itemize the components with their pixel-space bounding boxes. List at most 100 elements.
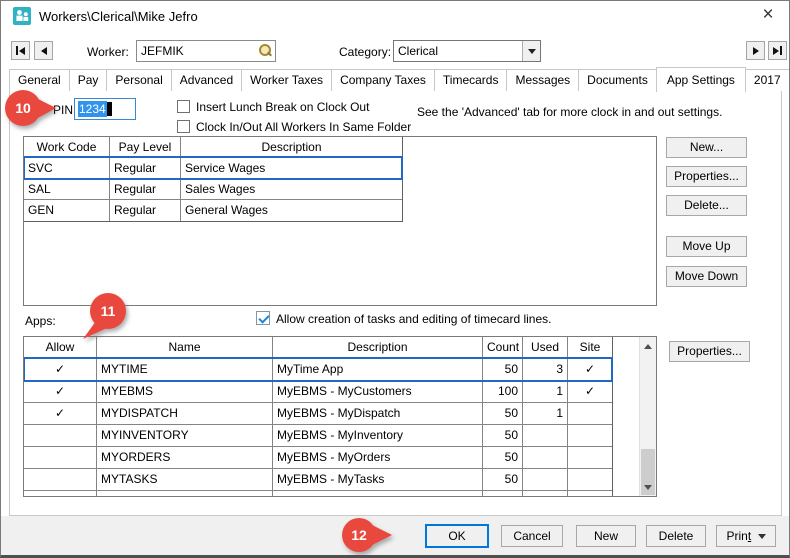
callout-12-number: 12 [340, 527, 378, 543]
delete-button[interactable]: Delete [646, 525, 706, 547]
previous-record-button[interactable] [34, 41, 53, 60]
allow-tasks-checkbox[interactable] [256, 311, 270, 325]
cell-count: 50 [483, 403, 523, 425]
allow-check-icon: ✓ [24, 403, 97, 425]
cell-name: MYEBMS [97, 381, 273, 403]
cell-description: MyEBMS - MyOrders [273, 447, 483, 469]
col-description: Description [273, 337, 483, 359]
worker-field-wrap [136, 40, 276, 62]
category-select[interactable]: Clerical [393, 40, 541, 62]
cell-description: MyEBMS - MyTasks [273, 469, 483, 491]
tab-timecards[interactable]: Timecards [434, 69, 508, 91]
col-work-code: Work Code [24, 137, 110, 158]
workcode-row-gen[interactable]: GEN Regular General Wages [24, 200, 402, 221]
site-check-icon [568, 447, 612, 469]
site-check-icon [568, 403, 612, 425]
new-button[interactable]: New [576, 525, 636, 547]
tab-2017[interactable]: 2017 [745, 69, 790, 91]
cancel-button[interactable]: Cancel [501, 525, 563, 547]
allow-check-icon: ✓ [24, 359, 97, 381]
lunch-break-checkbox[interactable] [177, 100, 190, 113]
cell-description: Sales Wages [181, 179, 402, 200]
worker-label: Worker: [87, 45, 129, 59]
tab-pay[interactable]: Pay [69, 69, 108, 91]
tab-personal[interactable]: Personal [106, 69, 171, 91]
tab-strip: General Pay Personal Advanced Worker Tax… [9, 67, 790, 91]
col-description: Description [181, 137, 402, 158]
next-record-button[interactable] [746, 41, 765, 60]
pin-value: 1234 [78, 101, 107, 117]
cell-count: 50 [483, 425, 523, 447]
tab-worker-taxes[interactable]: Worker Taxes [241, 69, 332, 91]
workcode-properties-button[interactable]: Properties... [666, 166, 747, 187]
worker-input[interactable] [137, 44, 257, 58]
cell-used: 1 [523, 403, 568, 425]
app-row-mytime[interactable]: ✓ MYTIME MyTime App 50 3 ✓ [24, 359, 612, 381]
callout-11: 11 [81, 293, 131, 341]
tab-messages[interactable]: Messages [506, 69, 579, 91]
app-row-myorders[interactable]: MYORDERS MyEBMS - MyOrders 50 [24, 447, 612, 469]
workers-dialog: Workers\Clerical\Mike Jefro × Worker: Ca… [0, 0, 790, 558]
clock-all-checkbox[interactable] [177, 120, 190, 133]
last-record-button[interactable] [768, 41, 787, 60]
scroll-up-icon[interactable] [640, 338, 656, 354]
tab-advanced[interactable]: Advanced [171, 69, 242, 91]
workcode-list: Work Code Pay Level Description SVC Regu… [23, 136, 657, 306]
allow-check-icon: ✓ [24, 381, 97, 403]
first-record-icon [16, 46, 18, 55]
print-caret-icon [758, 534, 766, 539]
search-icon[interactable] [257, 43, 273, 59]
callout-12: 12 [339, 517, 395, 557]
cell-used [523, 491, 568, 497]
cell-name: MYDISPATCH [97, 403, 273, 425]
tab-documents[interactable]: Documents [578, 69, 657, 91]
cell-used [523, 469, 568, 491]
titlebar: Workers\Clerical\Mike Jefro × [1, 1, 789, 31]
workcode-row-svc[interactable]: SVC Regular Service Wages [24, 158, 402, 179]
app-row-mytasks[interactable]: MYTASKS MyEBMS - MyTasks 50 [24, 469, 612, 491]
category-dropdown-button[interactable] [522, 41, 540, 61]
apps-properties-button[interactable]: Properties... [669, 341, 750, 362]
app-row-myinventory[interactable]: MYINVENTORY MyEBMS - MyInventory 50 [24, 425, 612, 447]
workcode-header-row: Work Code Pay Level Description [24, 137, 402, 158]
cell-pay-level: Regular [110, 158, 181, 179]
move-down-button[interactable]: Move Down [666, 266, 747, 287]
cell-name: MYTASKS [97, 469, 273, 491]
cell-used [523, 447, 568, 469]
workcode-delete-button[interactable]: Delete... [666, 195, 747, 216]
allow-check-icon [24, 491, 97, 497]
category-value: Clerical [394, 44, 522, 58]
scroll-down-icon[interactable] [640, 479, 656, 495]
apps-list: Allow Name Description Count Used Site ✓… [23, 336, 657, 497]
app-row-mydispatch[interactable]: ✓ MYDISPATCH MyEBMS - MyDispatch 50 1 [24, 403, 612, 425]
advanced-note: See the 'Advanced' tab for more clock in… [417, 105, 722, 119]
col-pay-level: Pay Level [110, 137, 181, 158]
allow-tasks-label: Allow creation of tasks and editing of t… [276, 312, 551, 326]
window-title: Workers\Clerical\Mike Jefro [39, 9, 198, 24]
cell-description: General Wages [181, 200, 402, 221]
cell-pay-level: Regular [110, 179, 181, 200]
apps-grid: Allow Name Description Count Used Site ✓… [23, 336, 613, 497]
app-row-mytimeclock[interactable]: MYTIMECLOCK MyEBMS - MyTimeClock 100 ✓ [24, 491, 612, 497]
pin-input[interactable]: 1234 [74, 98, 136, 120]
workcode-new-button[interactable]: New... [666, 137, 747, 158]
workcode-row-sal[interactable]: SAL Regular Sales Wages [24, 179, 402, 200]
cell-description: MyEBMS - MyTimeClock [273, 491, 483, 497]
tab-app-settings[interactable]: App Settings [656, 67, 746, 92]
apps-scrollbar[interactable] [639, 337, 656, 496]
ok-button[interactable]: OK [425, 524, 489, 548]
cell-code: SAL [24, 179, 110, 200]
tab-company-taxes[interactable]: Company Taxes [331, 69, 435, 91]
print-button[interactable]: Print [716, 525, 776, 547]
move-up-button[interactable]: Move Up [666, 236, 747, 257]
first-record-button[interactable] [11, 41, 30, 60]
cell-description: MyEBMS - MyDispatch [273, 403, 483, 425]
col-used: Used [523, 337, 568, 359]
text-caret [107, 102, 112, 116]
close-icon[interactable]: × [753, 3, 783, 27]
previous-record-icon [41, 47, 47, 55]
workcode-grid: Work Code Pay Level Description SVC Regu… [23, 136, 403, 222]
apps-label: Apps: [25, 314, 56, 328]
tab-general[interactable]: General [9, 69, 70, 91]
app-row-myebms[interactable]: ✓ MYEBMS MyEBMS - MyCustomers 100 1 ✓ [24, 381, 612, 403]
